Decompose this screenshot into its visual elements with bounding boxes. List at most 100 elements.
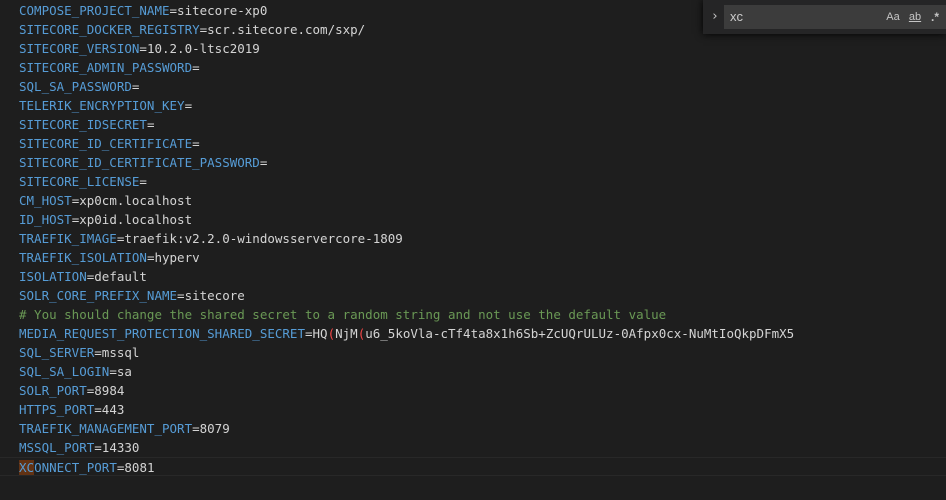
equals-sign: = — [109, 364, 117, 379]
env-key: SITECORE_LICENSE — [19, 174, 140, 189]
match-case-button[interactable]: Aa — [884, 9, 902, 25]
code-line-text: CM_HOST=xp0cm.localhost — [19, 191, 192, 210]
equals-sign: = — [192, 60, 200, 75]
code-line[interactable]: HTTPS_PORT=443 — [0, 400, 946, 419]
code-line-text: SITECORE_IDSECRET= — [19, 115, 154, 134]
use-regex-button[interactable]: .* — [927, 9, 943, 25]
code-line[interactable]: # You should change the shared secret to… — [0, 305, 946, 324]
env-key: SITECORE_DOCKER_REGISTRY — [19, 22, 200, 37]
invalid-char: ( — [327, 326, 336, 341]
code-line-text: SITECORE_ID_CERTIFICATE= — [19, 134, 200, 153]
code-line-current[interactable]: XCONNECT_PORT=8081 — [0, 457, 946, 476]
code-line-text: HTTPS_PORT=443 — [19, 400, 124, 419]
env-key: SOLR_CORE_PREFIX_NAME — [19, 288, 178, 303]
env-value: default — [94, 269, 147, 284]
code-line[interactable]: CM_HOST=xp0cm.localhost — [0, 191, 946, 210]
code-line-text: MSSQL_PORT=14330 — [19, 438, 139, 457]
env-key: ONNECT_PORT — [34, 460, 117, 475]
code-line[interactable]: SOLR_CORE_PREFIX_NAME=sitecore — [0, 286, 946, 305]
env-key: SITECORE_VERSION — [19, 41, 140, 56]
find-input-box: Aa ab .* — [724, 5, 946, 29]
match-whole-word-button[interactable]: ab — [906, 9, 924, 25]
code-line[interactable]: SQL_SA_LOGIN=sa — [0, 362, 946, 381]
env-key: HTTPS_PORT — [19, 402, 95, 417]
code-line[interactable]: ISOLATION=default — [0, 267, 946, 286]
code-line-text: SITECORE_LICENSE= — [19, 172, 147, 191]
code-line-text: XCONNECT_PORT=8081 — [19, 458, 155, 477]
env-key: COMPOSE_PROJECT_NAME — [19, 3, 170, 18]
code-line-text: SITECORE_ID_CERTIFICATE_PASSWORD= — [19, 153, 267, 172]
code-line[interactable]: SITECORE_ID_CERTIFICATE= — [0, 134, 946, 153]
chevron-right-icon[interactable]: › — [708, 9, 722, 25]
env-key: MEDIA_REQUEST_PROTECTION_SHARED_SECRET — [19, 326, 305, 341]
equals-sign: = — [94, 345, 102, 360]
code-line[interactable]: SITECORE_IDSECRET= — [0, 115, 946, 134]
code-line[interactable]: MSSQL_PORT=14330 — [0, 438, 946, 457]
env-value: u6_5koVla-cTf4ta8x1h6Sb+ZcUQrULUz-0Afpx0… — [365, 326, 795, 341]
code-line[interactable]: SITECORE_VERSION=10.2.0-ltsc2019 — [0, 39, 946, 58]
equals-sign: = — [131, 79, 140, 94]
env-key: TRAEFIK_ISOLATION — [19, 250, 147, 265]
env-value: sitecore — [184, 288, 245, 303]
code-line[interactable]: TRAEFIK_ISOLATION=hyperv — [0, 248, 946, 267]
equals-sign: = — [139, 174, 147, 189]
env-value: 8984 — [94, 383, 125, 398]
env-key: TELERIK_ENCRYPTION_KEY — [19, 98, 185, 113]
code-line[interactable]: TELERIK_ENCRYPTION_KEY= — [0, 96, 946, 115]
env-key: ID_HOST — [19, 212, 72, 227]
env-key: SITECORE_ID_CERTIFICATE — [19, 136, 193, 151]
code-line[interactable]: SITECORE_LICENSE= — [0, 172, 946, 191]
code-editor[interactable]: COMPOSE_PROJECT_NAME=sitecore-xp0 SITECOR… — [0, 0, 946, 500]
equals-sign: = — [94, 402, 102, 417]
search-match-highlight: XC — [19, 460, 35, 475]
env-key: TRAEFIK_MANAGEMENT_PORT — [19, 421, 193, 436]
code-line[interactable]: ID_HOST=xp0id.localhost — [0, 210, 946, 229]
equals-sign: = — [192, 421, 200, 436]
env-key: SQL_SA_PASSWORD — [19, 79, 132, 94]
code-line-text: TELERIK_ENCRYPTION_KEY= — [19, 96, 192, 115]
equals-sign: = — [139, 41, 147, 56]
code-line[interactable]: MEDIA_REQUEST_PROTECTION_SHARED_SECRET=H… — [0, 324, 946, 343]
equals-sign: = — [94, 440, 102, 455]
env-key: SQL_SA_LOGIN — [19, 364, 110, 379]
code-line-text: COMPOSE_PROJECT_NAME=sitecore-xp0 — [19, 1, 267, 20]
env-value: xp0cm.localhost — [79, 193, 193, 208]
env-key: CM_HOST — [19, 193, 72, 208]
env-value: mssql — [101, 345, 140, 360]
code-line-text: SOLR_PORT=8984 — [19, 381, 124, 400]
env-key: ISOLATION — [19, 269, 87, 284]
equals-sign: = — [169, 3, 178, 18]
env-value: NjM — [335, 326, 358, 341]
code-line[interactable]: TRAEFIK_IMAGE=traefik:v2.2.0-windowsserv… — [0, 229, 946, 248]
code-line-text: SQL_SERVER=mssql — [19, 343, 139, 362]
code-line[interactable]: SITECORE_ADMIN_PASSWORD= — [0, 58, 946, 77]
code-line-text: MEDIA_REQUEST_PROTECTION_SHARED_SECRET=H… — [19, 324, 794, 343]
env-value: xp0id.localhost — [79, 212, 193, 227]
code-line-text: SQL_SA_LOGIN=sa — [19, 362, 132, 381]
code-line-text: TRAEFIK_ISOLATION=hyperv — [19, 248, 200, 267]
comment-text: # You should change the shared secret to… — [19, 307, 667, 322]
code-line-text: SOLR_CORE_PREFIX_NAME=sitecore — [19, 286, 245, 305]
code-line[interactable]: SOLR_PORT=8984 — [0, 381, 946, 400]
env-key: SITECORE_ID_CERTIFICATE_PASSWORD — [19, 155, 260, 170]
env-value: 443 — [101, 402, 125, 417]
code-line[interactable]: SQL_SERVER=mssql — [0, 343, 946, 362]
equals-sign: = — [192, 136, 200, 151]
env-value: 14330 — [101, 440, 140, 455]
env-value: traefik:v2.2.0-windowsservercore-1809 — [124, 231, 403, 246]
code-line-text: TRAEFIK_IMAGE=traefik:v2.2.0-windowsserv… — [19, 229, 403, 248]
code-line[interactable]: TRAEFIK_MANAGEMENT_PORT=8079 — [0, 419, 946, 438]
env-value: scr.sitecore.com/sxp/ — [207, 22, 366, 37]
env-value: hyperv — [154, 250, 200, 265]
env-key: SITECORE_ADMIN_PASSWORD — [19, 60, 193, 75]
code-line-text: SITECORE_DOCKER_REGISTRY=scr.sitecore.co… — [19, 20, 365, 39]
code-line-text: SITECORE_ADMIN_PASSWORD= — [19, 58, 200, 77]
env-value: HQ — [312, 326, 328, 341]
env-value: 10.2.0-ltsc2019 — [146, 41, 260, 56]
code-line[interactable]: SITECORE_ID_CERTIFICATE_PASSWORD= — [0, 153, 946, 172]
code-line[interactable]: SQL_SA_PASSWORD= — [0, 77, 946, 96]
code-line-text: SQL_SA_PASSWORD= — [19, 77, 139, 96]
find-input[interactable] — [730, 5, 880, 29]
env-key: TRAEFIK_IMAGE — [19, 231, 117, 246]
code-line-text: SITECORE_VERSION=10.2.0-ltsc2019 — [19, 39, 260, 58]
